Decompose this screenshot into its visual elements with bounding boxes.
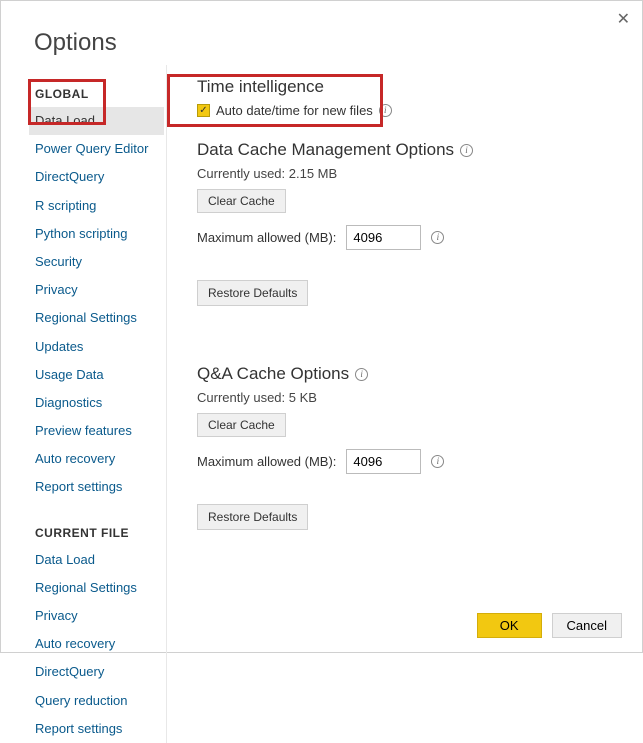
sidebar-item-cf-privacy[interactable]: Privacy bbox=[29, 602, 164, 630]
info-icon[interactable]: i bbox=[431, 231, 444, 244]
data-cache-max-row: Maximum allowed (MB): i bbox=[197, 225, 622, 250]
close-button[interactable]: ✕ bbox=[617, 9, 630, 29]
qa-cache-section: Q&A Cache Options i Currently used: 5 KB… bbox=[197, 364, 622, 560]
current-file-header: CURRENT FILE bbox=[29, 520, 164, 546]
sidebar-item-cf-auto-recovery[interactable]: Auto recovery bbox=[29, 630, 164, 658]
qa-cache-max-row: Maximum allowed (MB): i bbox=[197, 449, 622, 474]
auto-datetime-label: Auto date/time for new files bbox=[216, 103, 373, 118]
qa-cache-title: Q&A Cache Options i bbox=[197, 364, 622, 384]
qa-cache-restore-button[interactable]: Restore Defaults bbox=[197, 504, 308, 530]
time-intelligence-title: Time intelligence bbox=[197, 77, 622, 97]
clear-qa-cache-button[interactable]: Clear Cache bbox=[197, 413, 286, 437]
sidebar-item-auto-recovery[interactable]: Auto recovery bbox=[29, 445, 164, 473]
info-icon[interactable]: i bbox=[431, 455, 444, 468]
sidebar-item-python-scripting[interactable]: Python scripting bbox=[29, 220, 164, 248]
sidebar-item-data-load[interactable]: Data Load bbox=[29, 107, 164, 135]
data-cache-title: Data Cache Management Options i bbox=[197, 140, 622, 160]
sidebar-item-directquery[interactable]: DirectQuery bbox=[29, 163, 164, 191]
qa-cache-max-label: Maximum allowed (MB): bbox=[197, 454, 336, 469]
main-panel: Time intelligence ✓ Auto date/time for n… bbox=[166, 65, 642, 743]
info-icon[interactable]: i bbox=[379, 104, 392, 117]
data-cache-section: Data Cache Management Options i Currentl… bbox=[197, 140, 622, 336]
qa-cache-used: Currently used: 5 KB bbox=[197, 390, 622, 405]
sidebar-item-cf-query-reduction[interactable]: Query reduction bbox=[29, 687, 164, 715]
sidebar-item-r-scripting[interactable]: R scripting bbox=[29, 192, 164, 220]
sidebar-item-cf-data-load[interactable]: Data Load bbox=[29, 546, 164, 574]
sidebar-item-regional-settings[interactable]: Regional Settings bbox=[29, 304, 164, 332]
info-icon[interactable]: i bbox=[460, 144, 473, 157]
sidebar-item-diagnostics[interactable]: Diagnostics bbox=[29, 389, 164, 417]
data-cache-max-input[interactable] bbox=[346, 225, 421, 250]
auto-datetime-checkbox[interactable]: ✓ bbox=[197, 104, 210, 117]
dialog-footer: OK Cancel bbox=[477, 613, 622, 638]
sidebar-item-cf-report-settings[interactable]: Report settings bbox=[29, 715, 164, 743]
sidebar-item-usage-data[interactable]: Usage Data bbox=[29, 361, 164, 389]
data-cache-restore-button[interactable]: Restore Defaults bbox=[197, 280, 308, 306]
content-area: GLOBAL Data Load Power Query Editor Dire… bbox=[1, 65, 642, 743]
data-cache-max-label: Maximum allowed (MB): bbox=[197, 230, 336, 245]
sidebar-item-cf-directquery[interactable]: DirectQuery bbox=[29, 658, 164, 686]
sidebar-item-power-query-editor[interactable]: Power Query Editor bbox=[29, 135, 164, 163]
data-cache-used: Currently used: 2.15 MB bbox=[197, 166, 622, 181]
sidebar-item-preview-features[interactable]: Preview features bbox=[29, 417, 164, 445]
sidebar: GLOBAL Data Load Power Query Editor Dire… bbox=[29, 65, 164, 743]
sidebar-item-updates[interactable]: Updates bbox=[29, 333, 164, 361]
global-header: GLOBAL bbox=[29, 81, 164, 107]
sidebar-item-privacy[interactable]: Privacy bbox=[29, 276, 164, 304]
auto-datetime-row: ✓ Auto date/time for new files i bbox=[197, 103, 622, 118]
sidebar-item-cf-regional-settings[interactable]: Regional Settings bbox=[29, 574, 164, 602]
ok-button[interactable]: OK bbox=[477, 613, 542, 638]
qa-cache-max-input[interactable] bbox=[346, 449, 421, 474]
data-cache-title-text: Data Cache Management Options bbox=[197, 140, 454, 160]
dialog-title: Options bbox=[1, 1, 642, 65]
clear-data-cache-button[interactable]: Clear Cache bbox=[197, 189, 286, 213]
cancel-button[interactable]: Cancel bbox=[552, 613, 622, 638]
sidebar-item-report-settings[interactable]: Report settings bbox=[29, 473, 164, 501]
sidebar-item-security[interactable]: Security bbox=[29, 248, 164, 276]
qa-cache-title-text: Q&A Cache Options bbox=[197, 364, 349, 384]
info-icon[interactable]: i bbox=[355, 368, 368, 381]
